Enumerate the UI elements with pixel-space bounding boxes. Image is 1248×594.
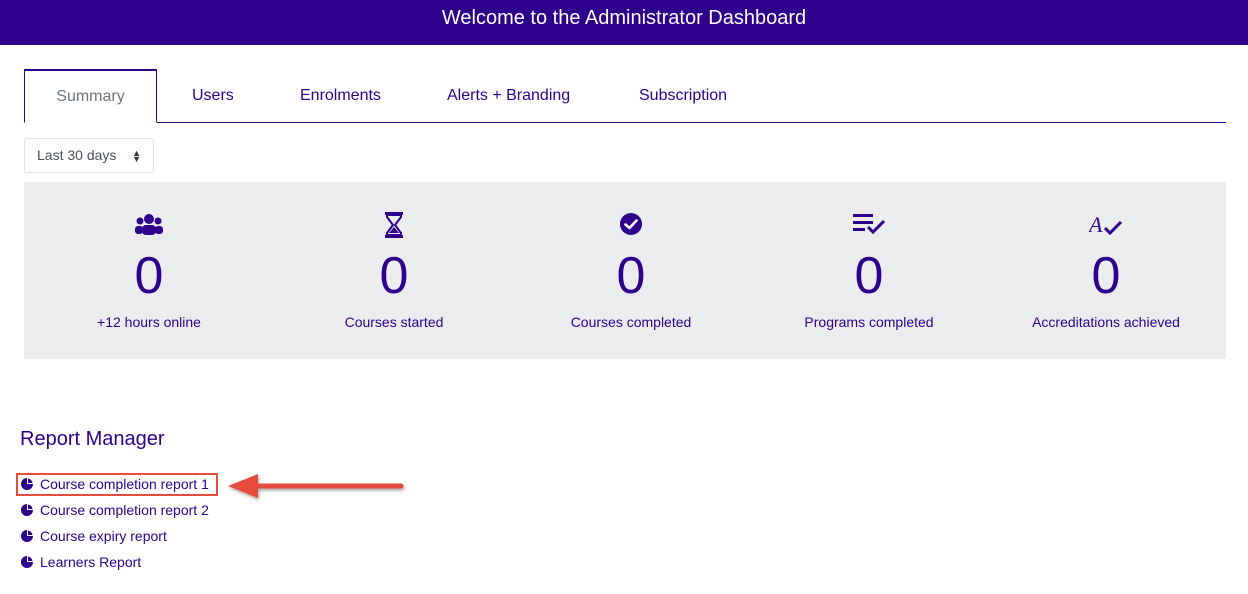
stat-label: Courses completed — [570, 314, 692, 330]
stat-value: 0 — [1091, 247, 1121, 305]
tab-subscription[interactable]: Subscription — [639, 69, 727, 122]
report-label: Course expiry report — [40, 528, 167, 544]
stat-label: Accreditations achieved — [1032, 314, 1180, 330]
svg-text:A: A — [1089, 212, 1103, 237]
check-circle-icon — [511, 212, 751, 240]
pie-chart-icon — [21, 503, 34, 516]
stat-label: +12 hours online — [97, 314, 201, 330]
stat-courses-completed: 0 Courses completed — [511, 182, 751, 359]
report-link[interactable]: Course completion report 2 — [20, 500, 209, 520]
report-label: Learners Report — [40, 554, 142, 570]
report-link[interactable]: Course expiry report — [20, 526, 167, 546]
tab-summary[interactable]: Summary — [24, 69, 157, 123]
stat-value: 0 — [379, 247, 409, 305]
tab-enrolments[interactable]: Enrolments — [300, 69, 381, 122]
stat-programs-completed: 0 Programs completed — [749, 182, 989, 359]
stat-value: 0 — [134, 247, 164, 305]
report-label: Course completion report 2 — [40, 502, 209, 518]
stat-courses-started: 0 Courses started — [274, 182, 514, 359]
list-check-icon — [749, 212, 989, 240]
stat-label: Programs completed — [804, 314, 934, 330]
stat-value: 0 — [854, 247, 884, 305]
stat-value: 0 — [616, 247, 646, 305]
hourglass-icon — [274, 212, 514, 240]
stat-label: Courses started — [344, 314, 444, 330]
period-select-value: Last 30 days — [37, 147, 117, 163]
tab-alerts-branding[interactable]: Alerts + Branding — [447, 69, 570, 122]
stats-panel: 0 +12 hours online 0 Courses started 0 C… — [24, 182, 1226, 359]
annotation-arrow-icon — [228, 474, 404, 498]
pie-chart-icon — [21, 555, 34, 568]
report-link[interactable]: Learners Report — [20, 552, 141, 572]
annotation-highlight-box — [16, 473, 218, 496]
dashboard-header: Welcome to the Administrator Dashboard — [0, 0, 1248, 45]
tab-users[interactable]: Users — [192, 69, 234, 122]
tab-bar: Summary Users Enrolments Alerts + Brandi… — [24, 69, 1226, 123]
stat-accreditations: A 0 Accreditations achieved — [986, 182, 1226, 359]
report-manager-title: Report Manager — [20, 428, 165, 450]
users-icon — [29, 212, 269, 240]
page-title: Welcome to the Administrator Dashboard — [441, 7, 807, 29]
sort-caret-icon: ▲ ▼ — [132, 147, 141, 164]
period-select[interactable]: Last 30 days ▲ ▼ — [24, 138, 154, 173]
spell-check-icon: A — [986, 212, 1226, 240]
pie-chart-icon — [21, 529, 34, 542]
stat-hours-online: 0 +12 hours online — [29, 182, 269, 359]
